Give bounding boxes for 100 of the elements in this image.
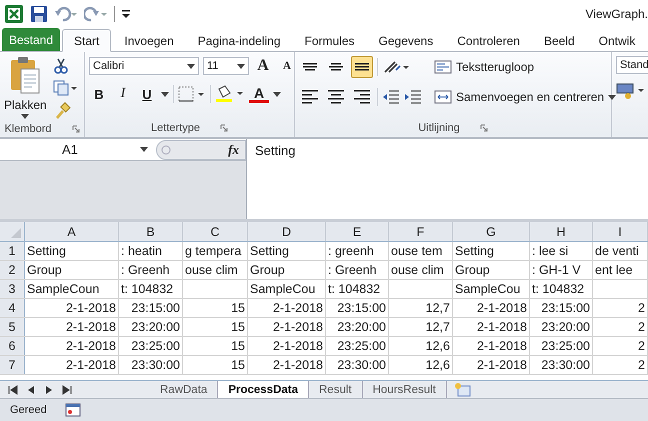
ribbon-tab[interactable]: Formules — [294, 29, 366, 52]
table-cell-text: 23:15:00 — [131, 300, 180, 317]
file-tab[interactable]: Bestand — [2, 28, 60, 51]
ribbon-tab[interactable]: Pagina-indeling — [186, 29, 292, 52]
row-header[interactable]: 7 — [0, 356, 25, 374]
ribbon-tab[interactable]: Beeld — [532, 29, 586, 52]
table-cell-text: : GH-1 V — [532, 262, 581, 279]
table-cell-text: 2-1-2018 — [476, 338, 527, 355]
merge-cells-icon — [434, 89, 452, 105]
row-header[interactable]: 6 — [0, 337, 25, 355]
table-cell-text: 23:15:00 — [337, 300, 386, 317]
redo-icon[interactable] — [84, 6, 108, 22]
table-cell-text: g tempera — [185, 243, 242, 260]
next-sheet-icon[interactable] — [44, 384, 54, 394]
copy-icon[interactable] — [52, 80, 77, 96]
caret-icon — [140, 147, 148, 152]
dialog-launcher-icon[interactable] — [480, 124, 488, 132]
paste-button[interactable]: Plakken — [4, 56, 47, 119]
new-sheet-icon[interactable] — [452, 382, 473, 398]
last-sheet-icon[interactable] — [62, 384, 72, 394]
table-cell-text: ent lee — [595, 262, 633, 279]
row-header[interactable]: 4 — [0, 299, 25, 317]
table-cell-text: 15 — [231, 319, 245, 336]
table-cell-text: Group — [250, 262, 285, 279]
decrease-indent-icon[interactable] — [382, 88, 400, 106]
table-cell-text: 23:25:00 — [541, 338, 590, 355]
table-cell-text: SampleCou — [455, 281, 520, 298]
dialog-launcher-icon[interactable] — [220, 124, 228, 132]
clipboard-icon — [8, 56, 42, 96]
name-box[interactable]: A1 — [0, 142, 156, 157]
status-text: Gereed — [10, 404, 47, 416]
fill-color-icon[interactable] — [215, 85, 245, 103]
shrink-font-button[interactable]: A — [277, 56, 297, 76]
wrap-text-button[interactable]: Tekstterugloop — [434, 56, 616, 78]
dialog-launcher-icon[interactable] — [72, 124, 80, 132]
table-cell-text: 2-1-2018 — [476, 319, 527, 336]
merge-center-button[interactable]: Samenvoegen en centreren — [434, 86, 616, 108]
font-name-field[interactable]: Calibri — [89, 57, 199, 75]
table-cell-text: 12,6 — [426, 357, 450, 374]
font-size-field[interactable]: 11 — [203, 57, 249, 75]
align-button[interactable] — [351, 56, 373, 78]
align-icon — [354, 90, 370, 104]
first-sheet-icon[interactable] — [8, 384, 18, 394]
window-title: ViewGraph. — [586, 6, 648, 20]
table-cell-text: 23:30:00 — [131, 357, 180, 374]
row-header[interactable]: 2 — [0, 261, 25, 279]
row-header[interactable]: 3 — [0, 280, 25, 298]
save-icon[interactable] — [30, 4, 48, 22]
column-header[interactable]: A — [25, 222, 119, 241]
column-header[interactable]: H — [530, 222, 593, 241]
table-cell-text: 23:25:00 — [131, 338, 180, 355]
table-cell-text: 12,7 — [426, 319, 450, 336]
font-color-button[interactable]: A — [249, 85, 269, 103]
column-header[interactable]: G — [453, 222, 530, 241]
dropdown-arrow-icon[interactable] — [161, 92, 169, 96]
undo-icon[interactable] — [54, 6, 78, 22]
increase-indent-icon[interactable] — [404, 88, 422, 106]
customize-dropdown-icon[interactable] — [121, 8, 131, 20]
excel-logo-icon[interactable] — [4, 4, 24, 24]
scissors-icon[interactable] — [52, 58, 69, 74]
table-cell-text: 23:25:00 — [337, 338, 386, 355]
currency-icon[interactable] — [616, 82, 646, 100]
ribbon-tab[interactable]: Controleren — [446, 29, 531, 52]
ribbon-tab[interactable]: Start — [62, 29, 112, 52]
table-cell-text: 12,6 — [426, 338, 450, 355]
align-icon — [355, 63, 369, 71]
ribbon-tab[interactable]: Invoegen — [113, 29, 185, 52]
sheet-tab[interactable]: ProcessData — [218, 381, 309, 398]
row-header[interactable]: 5 — [0, 318, 25, 336]
number-format-field[interactable]: Stand — [616, 56, 648, 74]
triangle-icon — [10, 227, 22, 239]
macro-record-icon[interactable] — [64, 403, 81, 417]
insert-function-button[interactable]: fx — [228, 142, 239, 158]
table-cell-text: 2-1-2018 — [66, 357, 116, 374]
column-header[interactable]: F — [389, 222, 453, 241]
table-cell-text: ouse tem — [391, 243, 442, 260]
table-cell-text: ouse clim — [391, 262, 444, 279]
column-header[interactable]: D — [248, 222, 326, 241]
table-cell-text: 2-1-2018 — [476, 300, 527, 317]
formula-field[interactable]: Setting — [247, 139, 648, 162]
grow-font-button[interactable]: A — [253, 56, 273, 76]
ribbon-tab[interactable]: Ontwik — [588, 29, 646, 52]
underline-button[interactable]: U — [137, 84, 157, 104]
italic-button[interactable]: I — [113, 84, 133, 104]
row-header[interactable]: 1 — [0, 242, 25, 260]
dropdown-arrow-icon[interactable] — [273, 92, 281, 96]
align-icon — [329, 63, 343, 71]
caret-icon — [21, 114, 30, 119]
border-icon[interactable] — [178, 86, 206, 102]
bold-button[interactable]: B — [89, 84, 109, 104]
table-cell-text: 23:20:00 — [541, 319, 590, 336]
handle-icon[interactable] — [161, 144, 171, 154]
column-header[interactable]: E — [326, 222, 389, 241]
column-header[interactable]: B — [119, 222, 183, 241]
ribbon-tab[interactable]: Gegevens — [368, 29, 444, 52]
column-header[interactable]: C — [183, 222, 248, 241]
previous-sheet-icon[interactable] — [26, 384, 36, 394]
table-cell-text: SampleCou — [250, 281, 316, 298]
table-cell-text: 2 — [638, 357, 645, 374]
column-header[interactable]: I — [593, 222, 648, 241]
